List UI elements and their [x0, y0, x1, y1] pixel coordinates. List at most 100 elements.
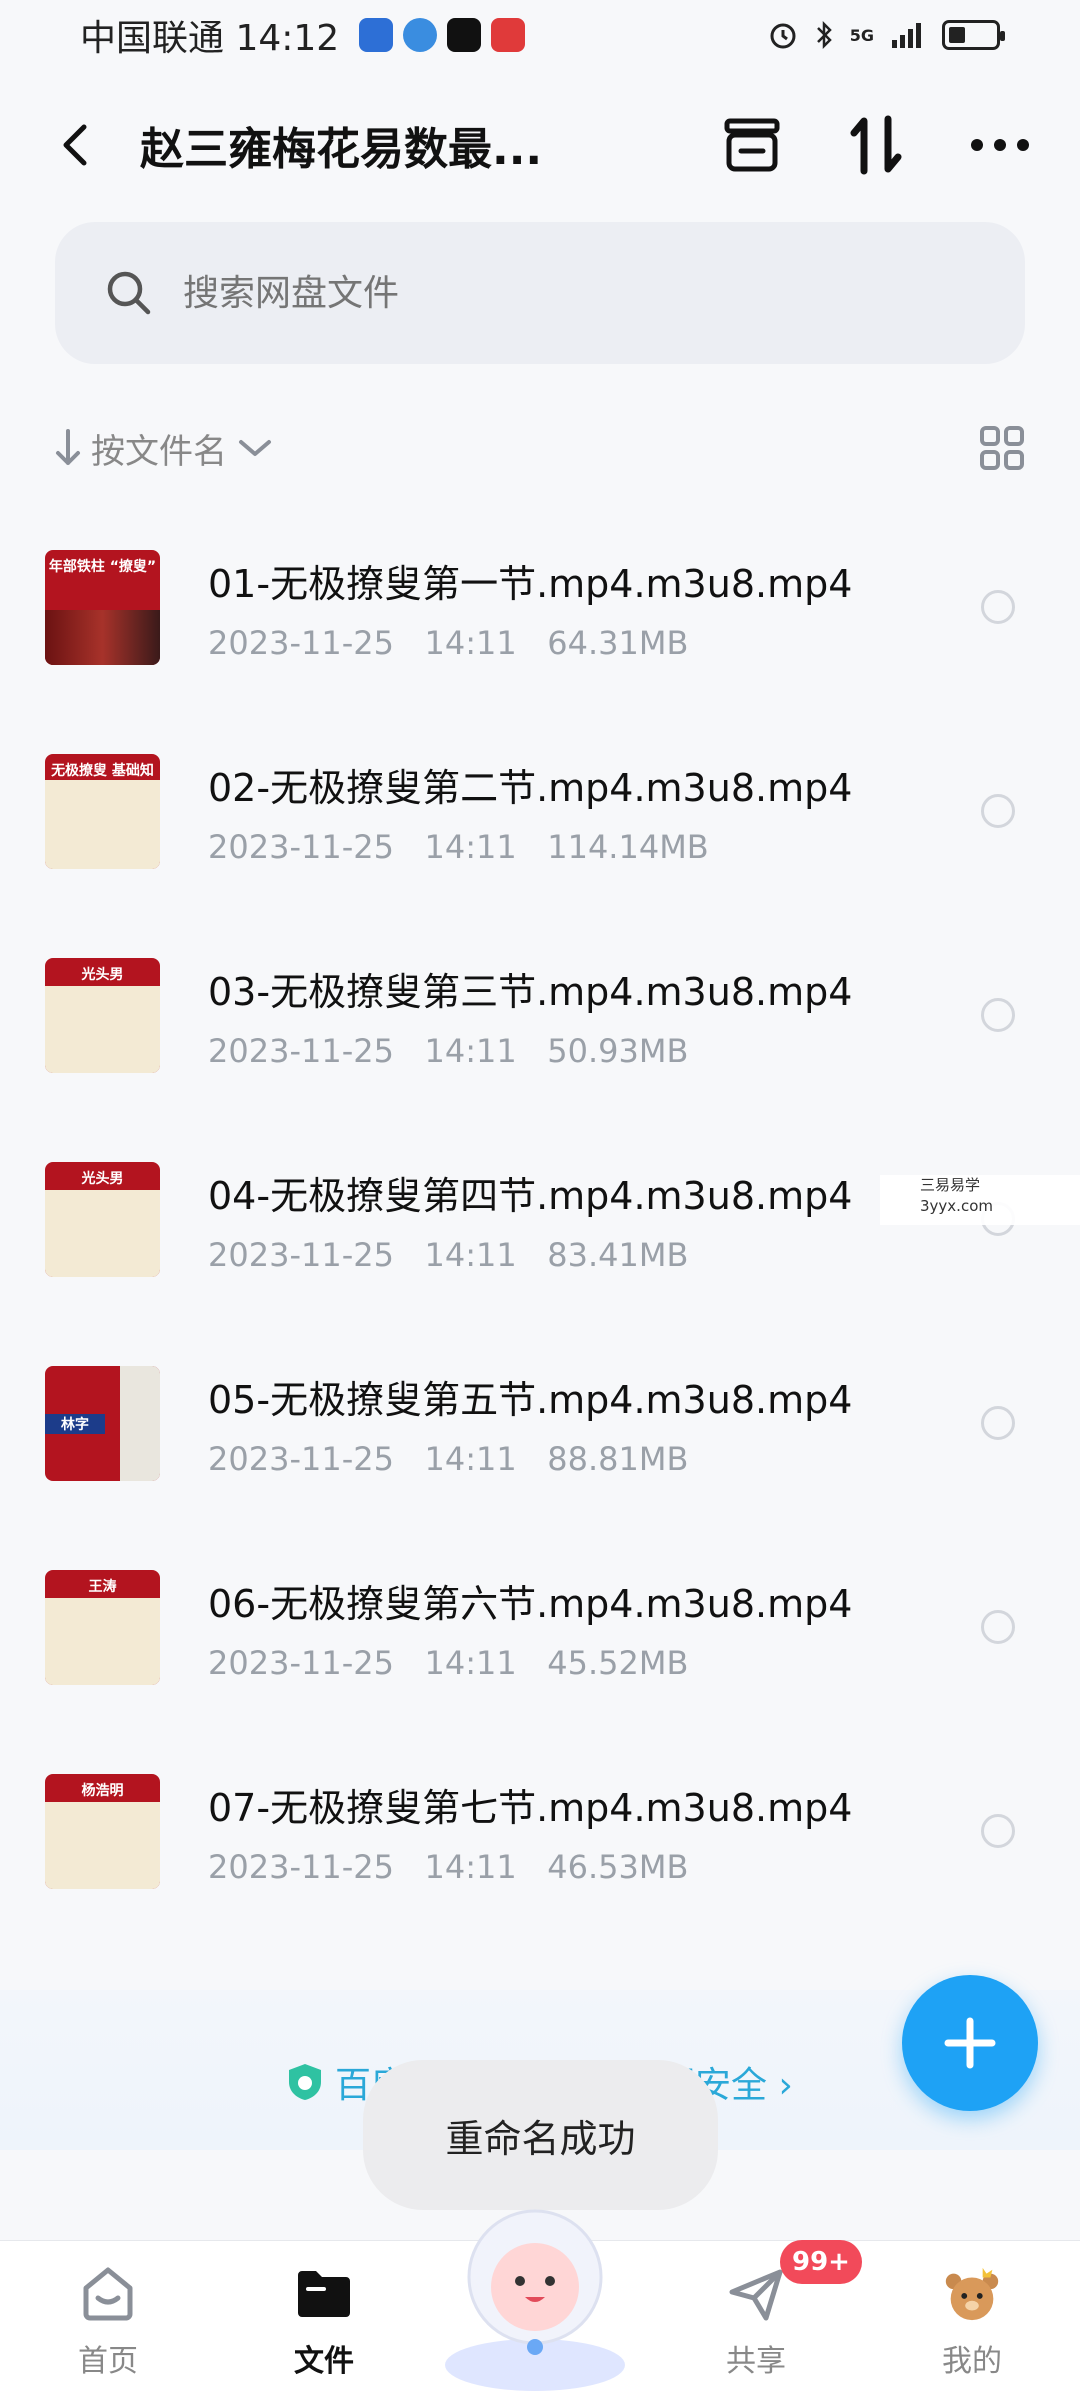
- file-name: 06-无极撩叟第六节.mp4.m3u8.mp4: [208, 1581, 853, 1626]
- shield-icon: [289, 2064, 321, 2100]
- select-checkbox[interactable]: [981, 590, 1015, 624]
- arrow-down-icon: [56, 429, 80, 465]
- more-icon[interactable]: [970, 115, 1030, 175]
- file-time: 14:11: [424, 1847, 517, 1886]
- file-row[interactable]: 林字 05-无极撩叟第五节.mp4.m3u8.mp4 2023-11-25 14…: [0, 1321, 1080, 1525]
- status-bar: 中国联通 14:12 5G: [0, 0, 1080, 70]
- file-date: 2023-11-25: [208, 1031, 394, 1070]
- file-time: 14:11: [424, 1031, 517, 1070]
- file-meta: 2023-11-25 14:11 45.52MB: [208, 1644, 981, 1682]
- thumbnail-label: 杨浩明: [81, 1782, 124, 1799]
- sort-dropdown[interactable]: 按文件名: [55, 424, 273, 473]
- status-app-icons: [359, 18, 526, 52]
- file-name: 01-无极撩叟第一节.mp4.m3u8.mp4: [208, 561, 853, 606]
- thumbnail-label: 林字: [45, 1413, 105, 1434]
- file-time: 14:11: [424, 827, 517, 866]
- back-icon[interactable]: [50, 120, 100, 170]
- video-thumbnail: 年部铁柱 “撩叟”: [45, 549, 160, 665]
- file-name: 07-无极撩叟第七节.mp4.m3u8.mp4: [208, 1785, 853, 1830]
- select-checkbox[interactable]: [981, 1406, 1015, 1440]
- file-size: 114.14MB: [547, 827, 709, 866]
- file-row[interactable]: 杨浩明 07-无极撩叟第七节.mp4.m3u8.mp4 2023-11-25 1…: [0, 1729, 1080, 1933]
- select-checkbox[interactable]: [981, 1610, 1015, 1644]
- nav-profile[interactable]: 我的: [864, 2241, 1080, 2400]
- file-name: 02-无极撩叟第二节.mp4.m3u8.mp4: [208, 765, 853, 810]
- file-row[interactable]: 王涛 06-无极撩叟第六节.mp4.m3u8.mp4 2023-11-25 14…: [0, 1525, 1080, 1729]
- home-icon: [76, 2262, 140, 2326]
- file-name: 04-无极撩叟第四节.mp4.m3u8.mp4: [208, 1173, 853, 1218]
- toast-message: 重命名成功: [363, 2060, 718, 2210]
- sort-swap-icon[interactable]: [846, 115, 906, 175]
- toast-text: 重命名成功: [445, 2116, 636, 2161]
- file-date: 2023-11-25: [208, 1235, 394, 1274]
- browser-notification-icon: [403, 18, 438, 52]
- chevron-down-icon: [239, 440, 271, 456]
- watermark-line-2: 3yyx.com: [920, 1197, 993, 1215]
- thumbnail-label: 光头男: [81, 966, 124, 983]
- grid-view-icon[interactable]: [979, 425, 1025, 471]
- nav-label-home: 首页: [78, 2343, 138, 2379]
- nav-label-share: 共享: [726, 2343, 786, 2379]
- file-meta: 2023-11-25 14:11 83.41MB: [208, 1236, 981, 1274]
- sort-row: 按文件名: [55, 418, 1025, 478]
- header: 赵三雍梅花易数最...: [0, 100, 1080, 190]
- alarm-icon: [770, 23, 796, 49]
- file-time: 14:11: [424, 1235, 517, 1274]
- video-thumbnail: 无极撩叟 基础知识: [45, 753, 160, 869]
- file-date: 2023-11-25: [208, 1847, 394, 1886]
- search-input[interactable]: [183, 272, 883, 314]
- video-thumbnail: 林字: [45, 1365, 160, 1481]
- nav-label-profile: 我的: [942, 2343, 1002, 2379]
- file-row[interactable]: 无极撩叟 基础知识 02-无极撩叟第二节.mp4.m3u8.mp4 2023-1…: [0, 709, 1080, 913]
- plus-icon: [944, 2017, 996, 2069]
- select-checkbox[interactable]: [981, 1814, 1015, 1848]
- watermark-line-1: 三易易学: [920, 1176, 981, 1194]
- video-thumbnail: 王涛: [45, 1569, 160, 1685]
- nav-home[interactable]: 首页: [0, 2241, 216, 2400]
- video-thumbnail: 光头男: [45, 957, 160, 1073]
- file-name: 05-无极撩叟第五节.mp4.m3u8.mp4: [208, 1377, 853, 1422]
- file-size: 88.81MB: [547, 1439, 689, 1478]
- app-notification-icon: [359, 18, 394, 52]
- video-thumbnail: 光头男: [45, 1161, 160, 1277]
- tiktok-notification-icon: [447, 18, 482, 52]
- file-date: 2023-11-25: [208, 827, 394, 866]
- search-icon: [107, 271, 151, 315]
- file-meta: 2023-11-25 14:11 88.81MB: [208, 1440, 981, 1478]
- archive-icon[interactable]: [722, 115, 782, 175]
- nav-files[interactable]: 文件: [216, 2241, 432, 2400]
- file-time: 14:11: [424, 623, 517, 662]
- file-meta: 2023-11-25 14:11 64.31MB: [208, 624, 981, 662]
- file-date: 2023-11-25: [208, 1643, 394, 1682]
- file-row[interactable]: 年部铁柱 “撩叟” 01-无极撩叟第一节.mp4.m3u8.mp4 2023-1…: [0, 505, 1080, 709]
- carrier-time: 中国联通 14:12: [80, 18, 340, 59]
- file-name: 03-无极撩叟第三节.mp4.m3u8.mp4: [208, 969, 853, 1014]
- search-bar[interactable]: [55, 222, 1025, 364]
- watermark: 三易易学 3yyx.com: [880, 1175, 1080, 1225]
- sort-label: 按文件名: [91, 431, 227, 472]
- folder-icon: [292, 2262, 356, 2326]
- file-size: 46.53MB: [547, 1847, 689, 1886]
- thumbnail-label: 年部铁柱 “撩叟”: [48, 558, 157, 575]
- file-meta: 2023-11-25 14:11 50.93MB: [208, 1032, 981, 1070]
- share-count-badge: 99+: [780, 2240, 862, 2284]
- file-row[interactable]: 光头男 03-无极撩叟第三节.mp4.m3u8.mp4 2023-11-25 1…: [0, 913, 1080, 1117]
- add-button[interactable]: [902, 1975, 1038, 2111]
- signal-icon: [892, 23, 921, 48]
- file-date: 2023-11-25: [208, 623, 394, 662]
- select-checkbox[interactable]: [981, 794, 1015, 828]
- page-title: 赵三雍梅花易数最...: [140, 124, 543, 175]
- send-icon: [724, 2262, 788, 2326]
- mascot-assistant-icon[interactable]: [425, 2195, 645, 2395]
- video-thumbnail: 杨浩明: [45, 1773, 160, 1889]
- network-type: 5G: [849, 25, 874, 45]
- bluetooth-icon: [816, 20, 832, 50]
- file-size: 64.31MB: [547, 623, 689, 662]
- file-meta: 2023-11-25 14:11 114.14MB: [208, 828, 981, 866]
- file-time: 14:11: [424, 1439, 517, 1478]
- profile-bear-icon: [940, 2262, 1004, 2326]
- select-checkbox[interactable]: [981, 998, 1015, 1032]
- nav-label-files: 文件: [294, 2343, 354, 2379]
- file-date: 2023-11-25: [208, 1439, 394, 1478]
- file-meta: 2023-11-25 14:11 46.53MB: [208, 1848, 981, 1886]
